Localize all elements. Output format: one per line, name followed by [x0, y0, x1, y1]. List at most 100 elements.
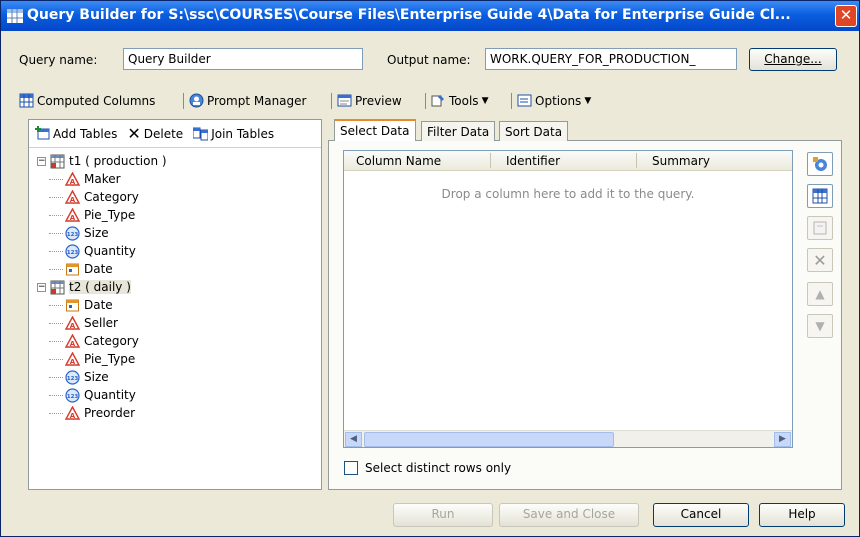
tree-column-node[interactable]: 123 Size: [49, 369, 109, 385]
tree-column-node[interactable]: Date: [49, 261, 113, 277]
help-button[interactable]: Help: [759, 503, 845, 527]
options-icon: [517, 94, 532, 107]
tables-panel: Add Tables ✕ Delete Join Tables − t1 ( pr…: [28, 119, 322, 490]
tree-column-node[interactable]: A Category: [49, 189, 139, 205]
tab-select-data[interactable]: Select Data: [334, 119, 416, 141]
computed-columns-icon: [19, 93, 34, 108]
remove-column-button[interactable]: ✕: [807, 248, 833, 272]
tree-column-node[interactable]: A Pie_Type: [49, 351, 135, 367]
join-tables-button[interactable]: Join Tables: [193, 124, 274, 143]
svg-text:A: A: [70, 214, 76, 222]
numeric-column-icon: 123: [65, 243, 80, 259]
tree-connector: [49, 305, 63, 306]
tree-connector: [49, 413, 63, 414]
add-column-button[interactable]: [807, 152, 833, 176]
scroll-right-icon[interactable]: ▶: [774, 432, 791, 447]
tree-column-node[interactable]: 123 Quantity: [49, 387, 136, 403]
title-bar[interactable]: Query Builder for S:\ssc\COURSES\Course …: [1, 1, 859, 31]
svg-text:123: 123: [67, 376, 79, 382]
tree-column-node[interactable]: A Preorder: [49, 405, 136, 421]
tools-menu-button[interactable]: Tools ▼: [431, 93, 488, 108]
column-node-label: Category: [84, 190, 139, 204]
tree-connector: [49, 395, 63, 396]
tree-connector: [49, 341, 63, 342]
preview-icon: [337, 94, 352, 107]
scrollbar-thumb[interactable]: [364, 432, 614, 447]
output-name-input[interactable]: WORK.QUERY_FOR_PRODUCTION_: [485, 48, 737, 70]
move-up-button[interactable]: ▲: [807, 282, 833, 306]
table-node-label: t2 ( daily ): [69, 280, 131, 294]
preview-button[interactable]: Preview: [337, 93, 402, 108]
column-header-summary[interactable]: Summary: [652, 154, 710, 168]
tab-sort-data[interactable]: Sort Data: [499, 121, 569, 141]
distinct-checkbox[interactable]: [344, 461, 358, 475]
collapse-icon[interactable]: −: [37, 156, 46, 166]
edit-column-button[interactable]: [807, 216, 833, 240]
query-name-input[interactable]: Query Builder: [123, 48, 363, 70]
horizontal-scrollbar[interactable]: ◀ ▶: [344, 430, 792, 447]
distinct-label: Select distinct rows only: [365, 461, 512, 475]
cancel-button[interactable]: Cancel: [653, 503, 749, 527]
tree-column-node[interactable]: Date: [49, 297, 113, 313]
tree-table-node[interactable]: − t1 ( production ): [37, 153, 167, 169]
chevron-down-icon: ▼: [584, 95, 592, 106]
svg-text:A: A: [70, 178, 76, 186]
move-down-button[interactable]: ▼: [807, 314, 833, 338]
save-and-close-button[interactable]: Save and Close: [499, 503, 639, 527]
date-column-icon: [66, 299, 79, 311]
table-node-label: t1 ( production ): [69, 154, 167, 168]
query-name-label: Query name:: [19, 53, 98, 67]
tree-table-node[interactable]: − t2 ( daily ): [37, 279, 131, 295]
divider: [29, 147, 321, 148]
column-node-label: Pie_Type: [84, 208, 136, 222]
delete-icon: ✕: [127, 124, 141, 143]
character-column-icon: A: [65, 171, 80, 186]
delete-label: Delete: [143, 126, 184, 141]
close-icon[interactable]: ✕: [835, 5, 857, 27]
preview-label: Preview: [355, 93, 402, 108]
change-button[interactable]: Change...: [749, 48, 837, 71]
drop-hint: Drop a column here to add it to the quer…: [441, 187, 695, 201]
svg-text:A: A: [70, 340, 76, 348]
collapse-icon[interactable]: −: [37, 282, 46, 292]
add-table-icon: [35, 126, 50, 140]
delete-button[interactable]: ✕ Delete: [127, 124, 183, 143]
tree-column-node[interactable]: 123 Quantity: [49, 243, 136, 259]
run-button[interactable]: Run: [393, 503, 493, 527]
delete-icon: ✕: [813, 250, 827, 270]
properties-icon: [813, 157, 827, 171]
tab-filter-data[interactable]: Filter Data: [421, 121, 496, 141]
numeric-column-icon: 123: [65, 225, 80, 241]
arrow-up-icon: ▲: [815, 287, 825, 301]
column-header-name[interactable]: Column Name: [356, 154, 441, 168]
add-tables-label: Add Tables: [53, 126, 118, 141]
computed-columns-button[interactable]: Computed Columns: [19, 93, 155, 108]
column-node-label: Size: [84, 226, 109, 240]
column-header-identifier[interactable]: Identifier: [506, 154, 560, 168]
tree-toolbar: Add Tables ✕ Delete Join Tables: [35, 124, 274, 143]
tree-column-node[interactable]: 123 Size: [49, 225, 109, 241]
options-menu-button[interactable]: Options ▼: [517, 93, 591, 108]
character-column-icon: A: [65, 333, 80, 348]
tools-icon: [431, 95, 444, 107]
tree-column-node[interactable]: A Pie_Type: [49, 207, 136, 223]
tree-column-node[interactable]: A Maker: [49, 171, 121, 187]
computed-column-button[interactable]: [807, 184, 833, 208]
prompt-manager-button[interactable]: Prompt Manager: [189, 93, 306, 108]
chevron-down-icon: ▼: [481, 95, 489, 106]
add-tables-button[interactable]: Add Tables: [35, 124, 117, 143]
tree-column-node[interactable]: A Category: [49, 333, 139, 349]
column-node-label: Date: [84, 298, 113, 312]
character-column-icon: A: [65, 207, 80, 222]
join-tables-icon: [193, 127, 209, 141]
column-node-label: Preorder: [84, 406, 136, 420]
tree-column-node[interactable]: A Seller: [49, 315, 118, 331]
tree-connector: [49, 251, 63, 252]
svg-text:A: A: [70, 196, 76, 204]
svg-text:A: A: [70, 322, 76, 330]
scroll-left-icon[interactable]: ◀: [345, 432, 362, 447]
selected-columns-grid[interactable]: Column Name Identifier Summary Drop a co…: [343, 150, 793, 448]
numeric-column-icon: 123: [65, 387, 80, 403]
svg-text:123: 123: [67, 250, 79, 256]
date-column-icon: [66, 263, 79, 275]
